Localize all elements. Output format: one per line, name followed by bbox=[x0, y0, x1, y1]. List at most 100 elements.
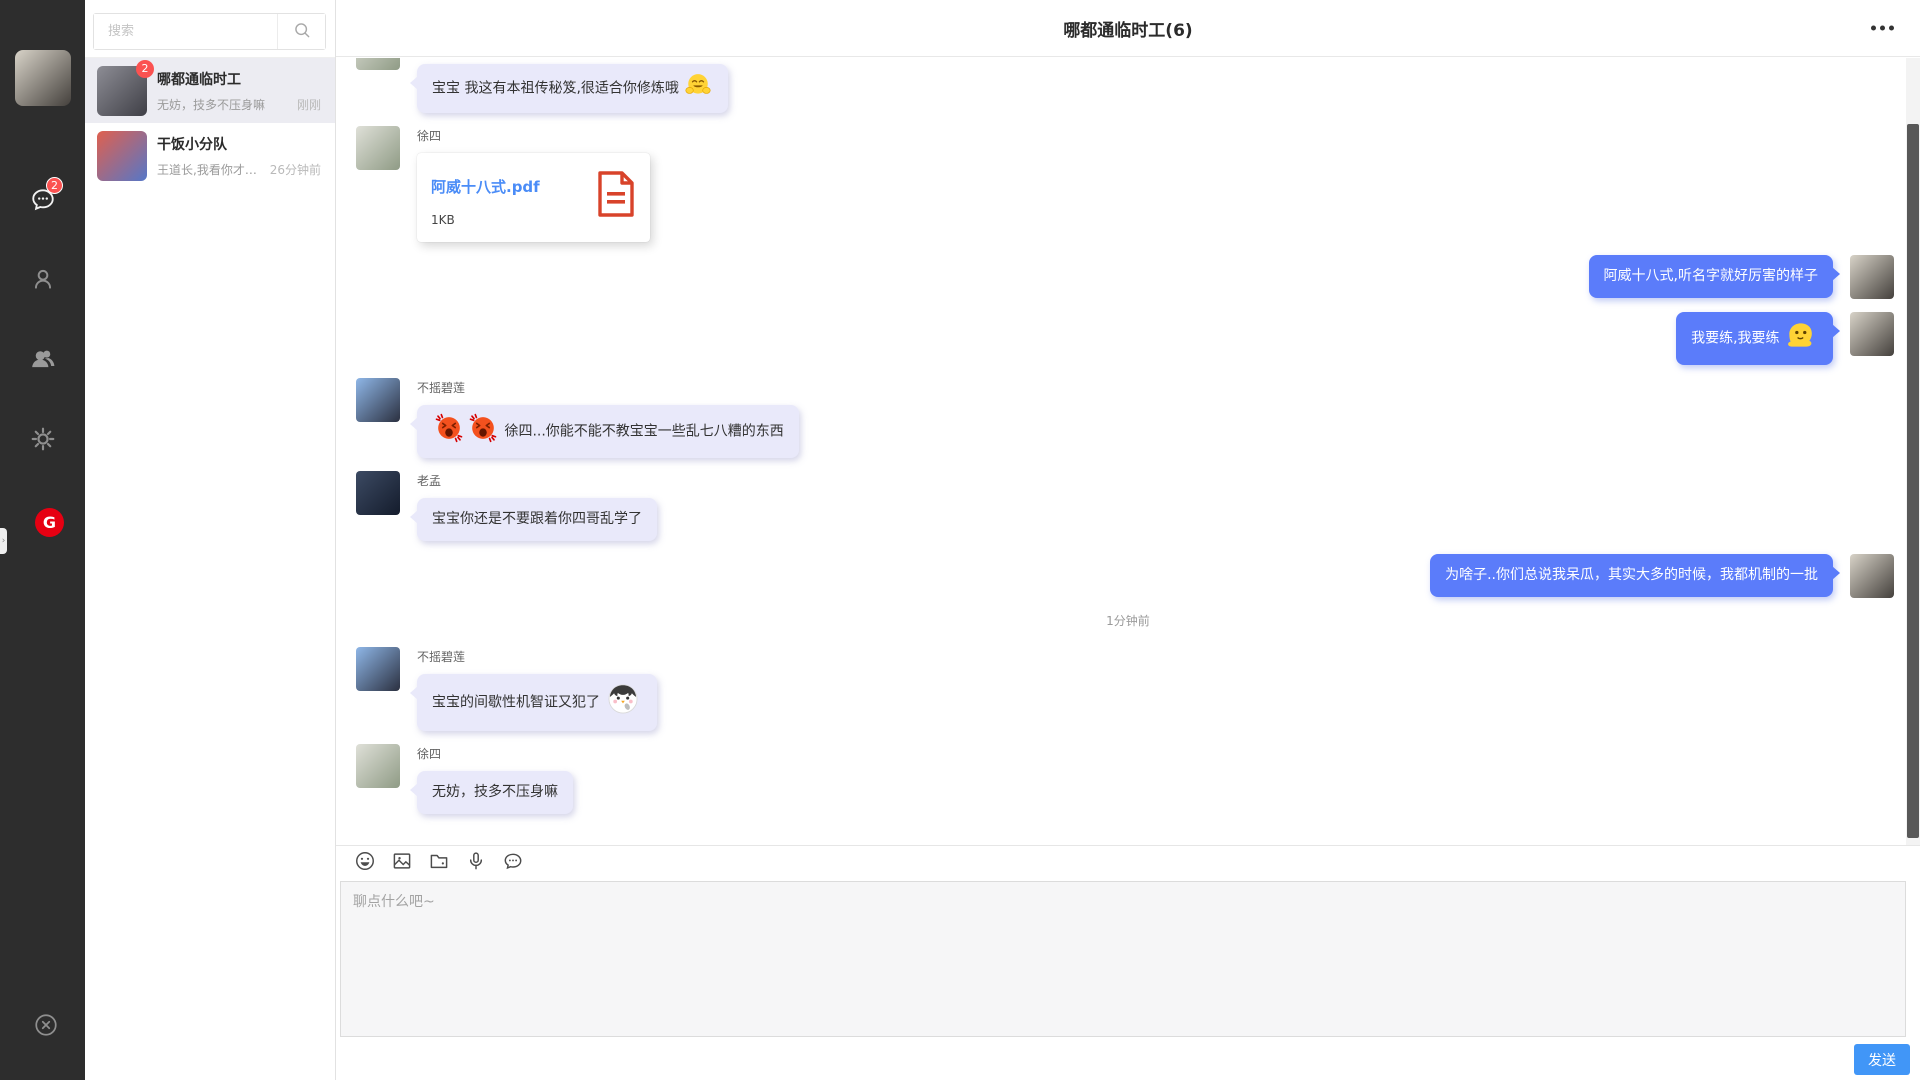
groups-icon bbox=[30, 346, 56, 376]
message-bubble[interactable]: 徐四...你能不能不教宝宝一些乱七八糟的东西 bbox=[417, 405, 799, 458]
message-body: 不摇碧莲 徐四...你能不能不教宝宝一些乱七八糟的东西 bbox=[417, 378, 799, 458]
message-row: 宝宝 我这有本祖传秘笈,很适合你修炼哦 bbox=[336, 64, 1920, 113]
user-avatar[interactable] bbox=[15, 50, 71, 106]
emoji-melting-face bbox=[1786, 320, 1816, 357]
message-row: 老孟宝宝你还是不要跟着你四哥乱学了 bbox=[336, 471, 1920, 541]
message-avatar[interactable] bbox=[356, 58, 400, 70]
message-body: 宝宝 我这有本祖传秘笈,很适合你修炼哦 bbox=[417, 64, 728, 113]
logout-button[interactable] bbox=[33, 1012, 59, 1038]
panel-expand-handle[interactable]: › bbox=[0, 528, 7, 554]
file-meta: 阿威十八式.pdf 1KB bbox=[431, 170, 586, 227]
chat-list-item[interactable]: 干饭小分队 王道长,我看你才… 26分钟前 bbox=[85, 123, 335, 188]
emoji-enraged-face bbox=[434, 413, 464, 450]
chat-main: 哪都通临时工(6) 宝宝 我这有本祖传秘笈,很适合你修炼哦 徐四 阿威十八式.p… bbox=[336, 0, 1920, 1080]
sidebar-item-settings[interactable] bbox=[0, 401, 85, 481]
message-avatar[interactable] bbox=[356, 126, 400, 170]
chat-history-icon bbox=[502, 850, 524, 876]
message-text: 宝宝你还是不要跟着你四哥乱学了 bbox=[432, 511, 642, 527]
voice-icon-button[interactable] bbox=[463, 850, 489, 876]
message-input-box bbox=[340, 881, 1906, 1037]
search-input[interactable] bbox=[94, 14, 277, 49]
pdf-icon bbox=[596, 170, 636, 222]
sidebar: 2 G › bbox=[0, 0, 85, 1080]
time-divider: 1分钟前 bbox=[336, 612, 1920, 629]
chat-app-window: 2 G › 2 哪都通临时工 无妨，技多不压身嘛 刚刚 bbox=[0, 0, 1920, 1080]
message-body: 为啥子..你们总说我呆瓜，其实大多的时候，我都机制的一批 bbox=[1430, 554, 1833, 597]
message-list: 宝宝 我这有本祖传秘笈,很适合你修炼哦 徐四 阿威十八式.pdf 1KB 阿威十… bbox=[336, 58, 1920, 845]
scrollbar bbox=[1906, 58, 1920, 845]
last-message-time: 刚刚 bbox=[297, 96, 321, 113]
last-message: 王道长,我看你才… bbox=[157, 161, 264, 178]
message-text: 徐四...你能不能不教宝宝一些乱七八糟的东西 bbox=[500, 424, 784, 440]
message-row: 我要练,我要练 bbox=[336, 312, 1920, 365]
sender-name: 不摇碧莲 bbox=[417, 648, 465, 665]
message-text: 宝宝的间歇性机智证又犯了 bbox=[432, 695, 604, 711]
file-attachment-card[interactable]: 阿威十八式.pdf 1KB bbox=[417, 153, 650, 242]
message-bubble[interactable]: 宝宝你还是不要跟着你四哥乱学了 bbox=[417, 498, 657, 541]
send-button[interactable]: 发送 bbox=[1854, 1044, 1910, 1075]
message-row: 不摇碧莲宝宝的间歇性机智证又犯了 bbox=[336, 647, 1920, 731]
message-bubble[interactable]: 无妨，技多不压身嘛 bbox=[417, 771, 573, 814]
folder-icon-button[interactable] bbox=[426, 850, 452, 876]
composer: 发送 bbox=[336, 845, 1920, 1080]
emoji-hugging-face bbox=[685, 72, 711, 105]
ellipsis-icon bbox=[1871, 26, 1876, 31]
sender-name: 徐四 bbox=[417, 745, 441, 762]
message-bubble[interactable]: 为啥子..你们总说我呆瓜，其实大多的时候，我都机制的一批 bbox=[1430, 554, 1833, 597]
file-name[interactable]: 阿威十八式.pdf bbox=[431, 176, 586, 197]
app-logo[interactable]: G bbox=[35, 508, 64, 537]
message-avatar[interactable] bbox=[356, 378, 400, 422]
chat-title: 哪都通临时工(6) bbox=[1063, 16, 1192, 41]
contacts-icon bbox=[30, 266, 56, 296]
conversation-list-panel: 2 哪都通临时工 无妨，技多不压身嘛 刚刚 干饭小分队 王道长,我看你才… 26… bbox=[85, 0, 336, 1080]
file-size: 1KB bbox=[431, 213, 586, 227]
message-row: 徐四 阿威十八式.pdf 1KB bbox=[336, 126, 1920, 242]
message-body: 徐四无妨，技多不压身嘛 bbox=[417, 744, 573, 814]
emoji-icon-button[interactable] bbox=[352, 850, 378, 876]
message-row: 不摇碧莲 徐四...你能不能不教宝宝一些乱七八糟的东西 bbox=[336, 378, 1920, 458]
message-input[interactable] bbox=[341, 882, 1905, 1036]
message-body: 老孟宝宝你还是不要跟着你四哥乱学了 bbox=[417, 471, 657, 541]
message-avatar[interactable] bbox=[1850, 255, 1894, 299]
message-avatar[interactable] bbox=[356, 647, 400, 691]
message-avatar[interactable] bbox=[1850, 554, 1894, 598]
circle-x-icon bbox=[33, 1023, 59, 1042]
composer-toolbar bbox=[336, 846, 1920, 880]
ellipsis-icon bbox=[1880, 26, 1885, 31]
message-row: 为啥子..你们总说我呆瓜，其实大多的时候，我都机制的一批 bbox=[336, 554, 1920, 598]
message-text: 为啥子..你们总说我呆瓜，其实大多的时候，我都机制的一批 bbox=[1445, 567, 1818, 583]
message-body: 阿威十八式,听名字就好厉害的样子 bbox=[1589, 255, 1833, 298]
message-avatar[interactable] bbox=[356, 744, 400, 788]
chat-list-item[interactable]: 2 哪都通临时工 无妨，技多不压身嘛 刚刚 bbox=[85, 58, 335, 123]
message-bubble[interactable]: 宝宝 我这有本祖传秘笈,很适合你修炼哦 bbox=[417, 64, 728, 113]
scrollbar-thumb[interactable] bbox=[1907, 124, 1919, 838]
search-button[interactable] bbox=[277, 14, 325, 49]
message-avatar[interactable] bbox=[1850, 312, 1894, 356]
image-icon bbox=[391, 850, 413, 876]
unread-badge: 2 bbox=[46, 177, 63, 194]
emoji-penguin bbox=[606, 682, 640, 723]
emoji-enraged-face bbox=[468, 413, 498, 450]
chat-header: 哪都通临时工(6) bbox=[336, 0, 1920, 57]
sidebar-item-contacts[interactable] bbox=[0, 241, 85, 321]
chat-info: 干饭小分队 王道长,我看你才… 26分钟前 bbox=[157, 134, 321, 178]
more-menu-button[interactable] bbox=[1869, 20, 1896, 37]
unread-badge: 2 bbox=[136, 60, 154, 78]
message-bubble[interactable]: 阿威十八式,听名字就好厉害的样子 bbox=[1589, 255, 1833, 298]
message-text: 无妨，技多不压身嘛 bbox=[432, 784, 558, 800]
message-row: 阿威十八式,听名字就好厉害的样子 bbox=[336, 255, 1920, 299]
image-icon-button[interactable] bbox=[389, 850, 415, 876]
chat-history-icon-button[interactable] bbox=[500, 850, 526, 876]
message-avatar[interactable] bbox=[356, 471, 400, 515]
chat-info: 哪都通临时工 无妨，技多不压身嘛 刚刚 bbox=[157, 69, 321, 113]
message-bubble[interactable]: 宝宝的间歇性机智证又犯了 bbox=[417, 674, 657, 731]
folder-icon bbox=[428, 850, 450, 876]
sidebar-item-chat[interactable]: 2 bbox=[0, 161, 85, 241]
chat-avatar: 2 bbox=[97, 66, 147, 116]
message-row: 徐四无妨，技多不压身嘛 bbox=[336, 744, 1920, 814]
chat-name: 哪都通临时工 bbox=[157, 69, 321, 89]
message-text: 我要练,我要练 bbox=[1691, 331, 1784, 347]
sidebar-item-groups[interactable] bbox=[0, 321, 85, 401]
chat-name: 干饭小分队 bbox=[157, 134, 321, 154]
message-bubble[interactable]: 我要练,我要练 bbox=[1676, 312, 1833, 365]
